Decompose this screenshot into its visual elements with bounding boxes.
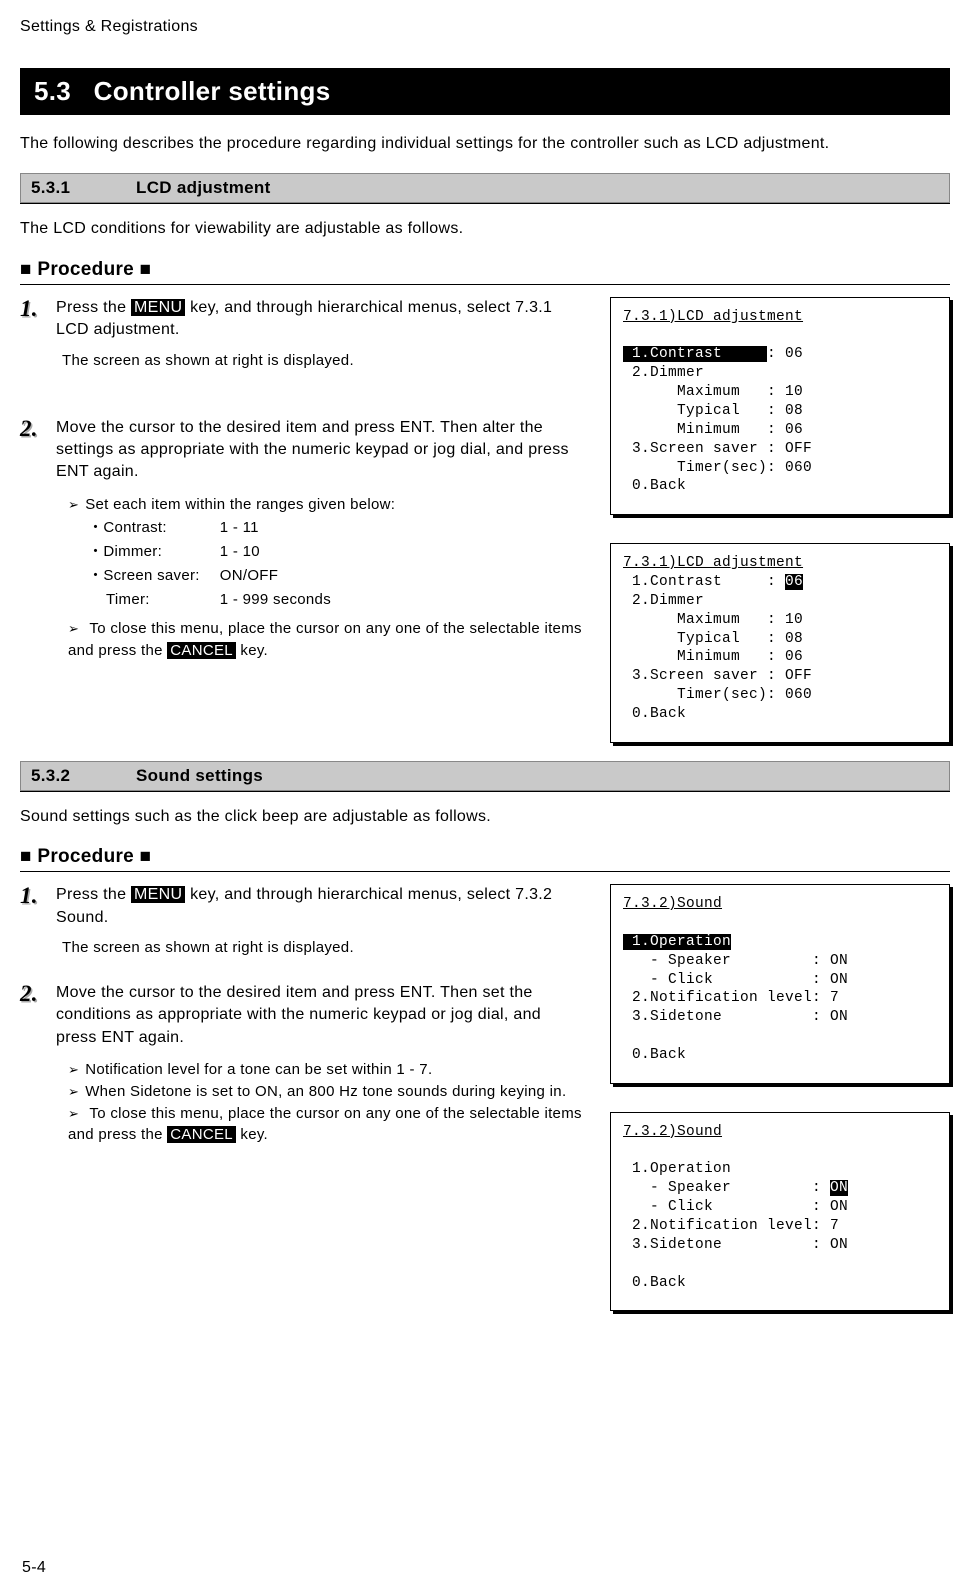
lcd-screen-1: 7.3.1)LCD adjustment 1.Contrast : 06 2.D… (610, 297, 950, 515)
ranges-lead: Set each item within the ranges given be… (68, 494, 582, 516)
lcd-screen-2: 7.3.1)LCD adjustment 1.Contrast : 06 2.D… (610, 543, 950, 743)
subsection-531-bar: 5.3.1 LCD adjustment (20, 173, 950, 203)
step-number-1: 1. (20, 297, 46, 320)
menu-key-label: MENU (131, 299, 185, 316)
screen-note-1a: The screen as shown at right is displaye… (62, 352, 582, 369)
subsection-title-2: Sound settings (136, 766, 263, 785)
cancel-key-label-2: CANCEL (167, 1126, 236, 1143)
step-number-2b: 2. (20, 982, 46, 1005)
section-intro: The following describes the procedure re… (20, 133, 950, 155)
menu-key-label-2: MENU (131, 886, 185, 903)
page-header: Settings & Registrations (20, 18, 950, 36)
ranges-table: Contrast:1 - 11 Dimmer:1 - 10 Screen sav… (86, 515, 351, 612)
subsection-number: 5.3.1 (31, 178, 131, 198)
page-number: 5-4 (22, 1559, 46, 1577)
section-number: 5.3 (34, 76, 71, 106)
close-note-2: To close this menu, place the cursor on … (68, 1103, 582, 1147)
screen-note-1b: The screen as shown at right is displaye… (62, 939, 582, 956)
step-number-2: 2. (20, 417, 46, 440)
step1a-text: Press the MENU key, and through hierarch… (56, 297, 582, 342)
subsection-underline (20, 203, 950, 204)
section-title: 5.3 Controller settings (20, 68, 950, 115)
note-b2: When Sidetone is set to ON, an 800 Hz to… (68, 1081, 582, 1103)
cancel-key-label: CANCEL (167, 642, 236, 659)
step2b-text: Move the cursor to the desired item and … (56, 982, 582, 1049)
procedure-heading: ■ Procedure ■ (20, 259, 950, 285)
subsection-531-intro: The LCD conditions for viewability are a… (20, 218, 950, 240)
close-note-1: To close this menu, place the cursor on … (68, 618, 582, 662)
subsection-532-intro: Sound settings such as the click beep ar… (20, 806, 950, 828)
lcd-screen-3: 7.3.2)Sound 1.Operation - Speaker : ON -… (610, 884, 950, 1084)
step1b-text: Press the MENU key, and through hierarch… (56, 884, 582, 929)
lcd-screen-4: 7.3.2)Sound 1.Operation - Speaker : ON -… (610, 1112, 950, 1312)
note-b1: Notification level for a tone can be set… (68, 1059, 582, 1081)
procedure-heading-2: ■ Procedure ■ (20, 846, 950, 872)
subsection-number-2: 5.3.2 (31, 766, 131, 786)
step2a-text: Move the cursor to the desired item and … (56, 417, 582, 484)
step-number-1b: 1. (20, 884, 46, 907)
subsection-underline-2 (20, 791, 950, 792)
subsection-532-bar: 5.3.2 Sound settings (20, 761, 950, 791)
subsection-title: LCD adjustment (136, 178, 271, 197)
section-name: Controller settings (94, 76, 331, 106)
